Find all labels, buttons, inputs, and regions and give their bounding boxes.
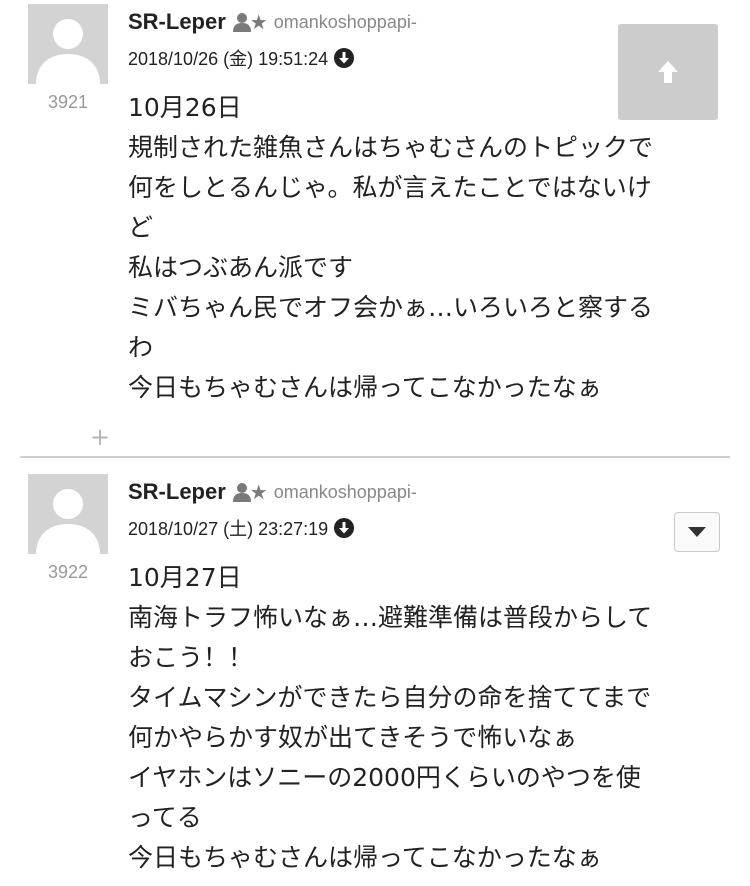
body-line: 今日もちゃむさんは帰ってこなかったなぁ: [128, 843, 602, 872]
body-line: イヤホンはソニーの2000円くらいのやつを使: [128, 763, 641, 792]
post-datetime: 2018/10/26 (金) 19:51:24: [128, 49, 329, 69]
body-line: 何をしとるんじゃ。私が言えたことではないけ: [128, 173, 652, 202]
body-line: 私はつぶあん派です: [128, 253, 354, 282]
person-icon: [232, 483, 251, 502]
body-line: 今日もちゃむさんは帰ってこなかったなぁ: [128, 373, 602, 402]
avatar[interactable]: [28, 474, 108, 554]
expand-plus-button[interactable]: +: [90, 425, 110, 449]
post-number: 3922: [47, 562, 89, 582]
body-line: ミバちゃん民でオフ会かぁ…いろいろと察する: [128, 293, 654, 322]
post-body: 10月26日 規制された雑魚さんはちゃむさんのトピックで 何をしとるんじゃ。私が…: [128, 88, 728, 408]
star-icon: ★: [249, 480, 268, 504]
arrow-up-icon: [658, 61, 678, 83]
user-badge: ★: [232, 12, 268, 32]
post-body: 10月27日 南海トラフ怖いなぁ…避難準備は普段からして おこう！！ タイムマシ…: [128, 558, 728, 878]
body-line: わ: [128, 333, 154, 362]
username[interactable]: SR-Leper: [128, 9, 226, 35]
download-circle-icon[interactable]: [334, 518, 355, 538]
post-header: SR-Leper ★ omankoshoppapi- 2018/10/27 (土…: [128, 478, 417, 540]
scroll-to-top-button[interactable]: [618, 24, 718, 120]
default-user-icon: [28, 474, 108, 554]
user-id: omankoshoppapi-: [273, 481, 417, 502]
body-line: タイムマシンができたら自分の命を捨ててまで: [128, 683, 652, 712]
username[interactable]: SR-Leper: [128, 479, 226, 505]
body-line: ってる: [128, 803, 202, 832]
caret-down-icon: [688, 527, 706, 537]
post-datetime: 2018/10/27 (土) 23:27:19: [128, 519, 329, 539]
star-icon: ★: [249, 10, 268, 34]
body-line: 南海トラフ怖いなぁ…避難準備は普段からして: [128, 603, 653, 632]
body-line: 何かやらかす奴が出てきそうで怖いなぁ: [128, 723, 578, 752]
post: 3922 SR-Leper ★ omankoshoppapi- 2018/10/…: [0, 458, 750, 886]
body-line: 10月27日: [128, 563, 242, 592]
post-menu-button[interactable]: [674, 512, 720, 552]
body-line: 規制された雑魚さんはちゃむさんのトピックで: [128, 133, 654, 162]
body-line: ど: [128, 213, 154, 242]
post: 3921 SR-Leper ★ omankoshoppapi- 2018/10/…: [0, 0, 750, 456]
user-id: omankoshoppapi-: [273, 11, 417, 32]
download-circle-icon[interactable]: [334, 48, 355, 68]
post-number: 3921: [47, 92, 89, 112]
default-user-icon: [28, 4, 108, 84]
person-icon: [232, 13, 251, 32]
post-header: SR-Leper ★ omankoshoppapi- 2018/10/26 (金…: [128, 8, 417, 70]
user-badge: ★: [232, 482, 268, 502]
body-line: おこう！！: [128, 643, 254, 672]
avatar[interactable]: [28, 4, 108, 84]
